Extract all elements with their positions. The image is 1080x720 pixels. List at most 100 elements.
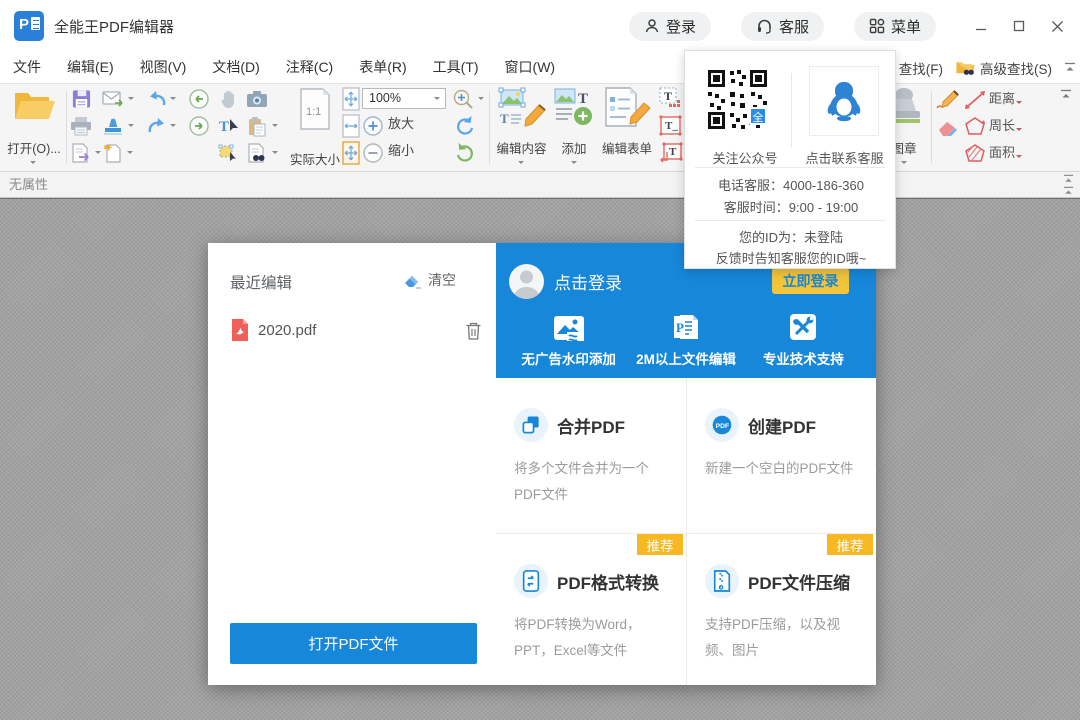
advanced-find-label: 高级查找(S) <box>980 58 1052 78</box>
edit-content-button[interactable]: T 编辑内容 <box>493 85 550 171</box>
collapse-toolbar-icon[interactable] <box>1060 89 1072 100</box>
undo-button[interactable] <box>144 86 170 112</box>
back-button[interactable] <box>186 86 212 112</box>
open-folder-icon <box>13 89 55 123</box>
marquee-zoom-dropdown[interactable] <box>478 97 484 103</box>
advanced-find-folder-icon <box>955 58 976 77</box>
pdf-file-icon <box>230 318 250 342</box>
save-button[interactable] <box>68 86 94 112</box>
service-button[interactable]: 客服 <box>741 12 824 41</box>
distance-label[interactable]: 距离 <box>989 87 1022 111</box>
eraser-tool-button[interactable] <box>935 115 961 141</box>
text-field-arrow-button[interactable]: T <box>658 140 684 166</box>
text-field-grid-button[interactable]: T <box>658 86 684 112</box>
export-button[interactable] <box>68 140 94 166</box>
card-create-pdf[interactable]: PDF 创建PDF 新建一个空白的PDF文件 <box>686 378 876 533</box>
login-cta-label[interactable]: 点击登录 <box>554 269 622 294</box>
menu-document[interactable]: 文档(D) <box>199 52 272 83</box>
fit-width-button[interactable] <box>338 86 364 112</box>
add-label: 添加 <box>552 138 596 157</box>
recent-file-row[interactable]: 2020.pdf <box>230 315 482 345</box>
actual-size-icon: 1:1 <box>299 88 331 130</box>
search-document-button[interactable] <box>244 140 270 166</box>
menu-tools[interactable]: 工具(T) <box>420 52 492 83</box>
text-select-button[interactable]: T <box>216 113 242 139</box>
area-icon[interactable] <box>962 141 988 167</box>
email-dropdown[interactable] <box>128 97 134 103</box>
collapse-panel-icon-1[interactable] <box>1063 174 1074 184</box>
minimize-button[interactable] <box>966 11 996 41</box>
card-merge-pdf[interactable]: 合并PDF 将多个文件合并为一个PDF文件 <box>496 378 686 533</box>
rotate-right-button[interactable] <box>452 140 478 166</box>
card-desc: 将多个文件合并为一个PDF文件 <box>514 456 670 509</box>
zoom-in-label: 放大 <box>388 113 414 135</box>
menu-file[interactable]: 文件 <box>0 52 54 83</box>
menu-button[interactable]: 菜单 <box>854 12 936 41</box>
zoom-in-button[interactable] <box>360 113 386 139</box>
redo-dropdown[interactable] <box>170 124 176 130</box>
edit-form-icon <box>603 87 651 127</box>
clear-recent-button[interactable]: 清空 <box>403 270 456 290</box>
snapshot-button[interactable] <box>244 86 270 112</box>
toolbar: 打开(O)... T 1:1 实际大小 <box>0 84 1080 172</box>
welcome-dialog: 最近编辑 清空 2020.pdf 打开PDF文件 点击登录 立即登 <box>208 243 876 685</box>
collapse-panel-icon-2[interactable] <box>1063 186 1074 196</box>
forward-button[interactable] <box>186 113 212 139</box>
menu-edit[interactable]: 编辑(E) <box>54 52 127 83</box>
perimeter-icon[interactable] <box>962 114 988 140</box>
card-compress-pdf[interactable]: 推荐 PDF文件压缩 支持PDF压缩，以及视频、图片 <box>686 533 876 685</box>
edit-form-button[interactable]: 编辑表单 <box>598 85 656 171</box>
text-field-button[interactable]: T_ <box>658 113 684 139</box>
qr-code: 全 <box>706 68 769 134</box>
perimeter-label[interactable]: 周长 <box>989 114 1022 138</box>
customer-service-popup: 全 关注公众号 点击联系客服 电话客服：4000-186-360 客服时间：9:… <box>684 50 896 269</box>
paste-dropdown[interactable] <box>272 124 278 130</box>
login-button[interactable]: 登录 <box>629 12 711 41</box>
print-button[interactable] <box>68 113 94 139</box>
new-document-dropdown[interactable] <box>127 151 133 157</box>
close-button[interactable] <box>1042 11 1072 41</box>
maximize-button[interactable] <box>1004 11 1034 41</box>
menu-annotate[interactable]: 注释(C) <box>273 52 346 83</box>
area-label[interactable]: 面积 <box>989 141 1022 165</box>
search-document-dropdown[interactable] <box>272 151 278 157</box>
app-window: P 全能王PDF编辑器 登录 客服 菜单 文件 编辑(E) 视图(V) <box>0 0 1080 720</box>
rotate-left-button[interactable] <box>452 113 478 139</box>
marquee-zoom-button[interactable] <box>450 86 476 112</box>
stamp-tool-button[interactable] <box>100 113 126 139</box>
login-now-button[interactable]: 立即登录 <box>772 268 849 294</box>
stamp-dropdown[interactable] <box>128 124 134 130</box>
new-document-button[interactable] <box>100 140 126 166</box>
menu-window[interactable]: 窗口(W) <box>492 52 569 83</box>
paste-button[interactable] <box>244 113 270 139</box>
open-label: 打开(O)... <box>4 138 64 157</box>
delete-file-icon[interactable] <box>465 321 482 340</box>
feature-label: 专业技术支持 <box>745 348 862 368</box>
actual-size-button[interactable]: 1:1 实际大小 <box>288 85 342 171</box>
add-button[interactable]: T 添加 <box>552 85 596 171</box>
open-file-button[interactable]: 打开(O)... <box>4 85 64 171</box>
hand-tool-button[interactable] <box>216 86 242 112</box>
menu-form[interactable]: 表单(R) <box>346 52 419 83</box>
zoom-out-button[interactable] <box>360 140 386 166</box>
redo-button[interactable] <box>144 113 170 139</box>
undo-dropdown[interactable] <box>170 97 176 103</box>
card-title: 创建PDF <box>748 413 816 438</box>
select-annotation-button[interactable] <box>216 140 242 166</box>
open-pdf-button[interactable]: 打开PDF文件 <box>230 623 477 664</box>
feature-no-watermark: 无广告水印添加 <box>510 309 627 368</box>
advanced-find-button[interactable]: 高级查找(S) <box>955 58 1052 78</box>
card-convert-pdf[interactable]: 推荐 PDF格式转换 将PDF转换为Word，PPT，Excel等文件 <box>496 533 686 685</box>
qq-contact-box[interactable] <box>809 66 879 136</box>
svg-text:T: T <box>219 119 229 135</box>
feature-label: 2M以上文件编辑 <box>627 348 744 368</box>
zoom-level-combobox[interactable]: 100% <box>362 88 446 109</box>
menu-view[interactable]: 视图(V) <box>127 52 200 83</box>
email-button[interactable] <box>100 86 126 112</box>
pencil-tool-button[interactable] <box>935 87 961 113</box>
recommend-badge: 推荐 <box>637 534 683 555</box>
distance-icon[interactable] <box>962 87 988 113</box>
collapse-menubar-icon[interactable] <box>1064 62 1076 73</box>
zoom-level-value: 100% <box>369 91 401 105</box>
pdf-doc-icon: P <box>627 309 744 341</box>
